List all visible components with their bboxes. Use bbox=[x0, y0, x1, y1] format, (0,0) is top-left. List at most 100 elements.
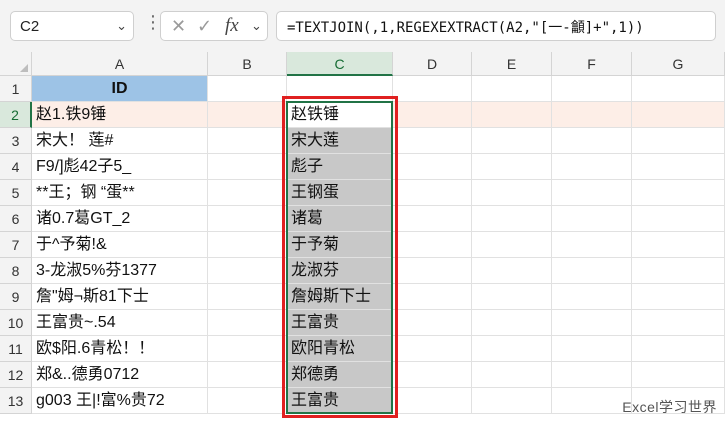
cell-b1[interactable] bbox=[208, 76, 287, 102]
cell-b6[interactable] bbox=[208, 206, 287, 232]
row-header-3[interactable]: 3 bbox=[0, 128, 32, 154]
cell-e1[interactable] bbox=[472, 76, 552, 102]
cell-g11[interactable] bbox=[632, 336, 725, 362]
cell-c4[interactable]: 彪子 bbox=[287, 154, 393, 180]
row-header-8[interactable]: 8 bbox=[0, 258, 32, 284]
cell-f4[interactable] bbox=[552, 154, 632, 180]
cell-e11[interactable] bbox=[472, 336, 552, 362]
cell-b3[interactable] bbox=[208, 128, 287, 154]
cell-g9[interactable] bbox=[632, 284, 725, 310]
cell-d11[interactable] bbox=[393, 336, 472, 362]
row-header-12[interactable]: 12 bbox=[0, 362, 32, 388]
cell-d6[interactable] bbox=[393, 206, 472, 232]
cell-d10[interactable] bbox=[393, 310, 472, 336]
cell-e13[interactable] bbox=[472, 388, 552, 414]
row-header-13[interactable]: 13 bbox=[0, 388, 32, 414]
cell-e10[interactable] bbox=[472, 310, 552, 336]
cell-a2[interactable]: 赵1.铁9锤 bbox=[32, 102, 208, 128]
cell-d2[interactable] bbox=[393, 102, 472, 128]
cell-g7[interactable] bbox=[632, 232, 725, 258]
cell-b13[interactable] bbox=[208, 388, 287, 414]
cell-a4[interactable]: F9/]彪42子5_ bbox=[32, 154, 208, 180]
insert-function-icon[interactable]: fx bbox=[225, 15, 239, 37]
cell-d4[interactable] bbox=[393, 154, 472, 180]
cell-b8[interactable] bbox=[208, 258, 287, 284]
cell-b4[interactable] bbox=[208, 154, 287, 180]
row-header-10[interactable]: 10 bbox=[0, 310, 32, 336]
cell-a13[interactable]: g003 王|!富%贵72 bbox=[32, 388, 208, 414]
cell-g3[interactable] bbox=[632, 128, 725, 154]
cell-g6[interactable] bbox=[632, 206, 725, 232]
cell-a7[interactable]: 于^予菊!& bbox=[32, 232, 208, 258]
cell-e4[interactable] bbox=[472, 154, 552, 180]
cell-c1[interactable] bbox=[287, 76, 393, 102]
formula-input[interactable]: =TEXTJOIN(,1,REGEXEXTRACT(A2,"[一-龥]+",1)… bbox=[276, 11, 716, 41]
row-header-2[interactable]: 2 bbox=[0, 102, 32, 128]
cell-f6[interactable] bbox=[552, 206, 632, 232]
cell-e9[interactable] bbox=[472, 284, 552, 310]
cell-b7[interactable] bbox=[208, 232, 287, 258]
cell-b2[interactable] bbox=[208, 102, 287, 128]
cell-f1[interactable] bbox=[552, 76, 632, 102]
cell-b11[interactable] bbox=[208, 336, 287, 362]
cell-b12[interactable] bbox=[208, 362, 287, 388]
cell-b5[interactable] bbox=[208, 180, 287, 206]
cell-a8[interactable]: 3-龙淑5%芬1377 bbox=[32, 258, 208, 284]
cell-a5[interactable]: **王；钢 “蛋** bbox=[32, 180, 208, 206]
row-header-9[interactable]: 9 bbox=[0, 284, 32, 310]
cell-c13[interactable]: 王富贵 bbox=[287, 388, 393, 414]
cell-c8[interactable]: 龙淑芬 bbox=[287, 258, 393, 284]
cell-b10[interactable] bbox=[208, 310, 287, 336]
cell-d9[interactable] bbox=[393, 284, 472, 310]
cell-g5[interactable] bbox=[632, 180, 725, 206]
column-header-e[interactable]: E bbox=[472, 52, 552, 76]
name-box[interactable]: C2 ⌄ bbox=[10, 11, 134, 41]
cell-e12[interactable] bbox=[472, 362, 552, 388]
cell-f3[interactable] bbox=[552, 128, 632, 154]
cell-d1[interactable] bbox=[393, 76, 472, 102]
cell-d5[interactable] bbox=[393, 180, 472, 206]
cell-e2[interactable] bbox=[472, 102, 552, 128]
cell-d12[interactable] bbox=[393, 362, 472, 388]
cell-d3[interactable] bbox=[393, 128, 472, 154]
column-header-a[interactable]: A bbox=[32, 52, 208, 76]
cell-d7[interactable] bbox=[393, 232, 472, 258]
column-header-d[interactable]: D bbox=[393, 52, 472, 76]
cell-b9[interactable] bbox=[208, 284, 287, 310]
cancel-icon[interactable]: ✕ bbox=[171, 16, 186, 37]
cell-f13[interactable] bbox=[552, 388, 632, 414]
cell-c12[interactable]: 郑德勇 bbox=[287, 362, 393, 388]
cell-e5[interactable] bbox=[472, 180, 552, 206]
select-all-corner[interactable] bbox=[0, 52, 32, 76]
cell-c9[interactable]: 詹姆斯下士 bbox=[287, 284, 393, 310]
chevron-down-icon[interactable]: ⌄ bbox=[251, 18, 262, 34]
cell-f12[interactable] bbox=[552, 362, 632, 388]
cell-g12[interactable] bbox=[632, 362, 725, 388]
cell-c10[interactable]: 王富贵 bbox=[287, 310, 393, 336]
cell-f7[interactable] bbox=[552, 232, 632, 258]
cell-f2[interactable] bbox=[552, 102, 632, 128]
cell-e6[interactable] bbox=[472, 206, 552, 232]
cell-e8[interactable] bbox=[472, 258, 552, 284]
row-header-4[interactable]: 4 bbox=[0, 154, 32, 180]
cell-f10[interactable] bbox=[552, 310, 632, 336]
row-header-7[interactable]: 7 bbox=[0, 232, 32, 258]
cell-g1[interactable] bbox=[632, 76, 725, 102]
cell-c6[interactable]: 诸葛 bbox=[287, 206, 393, 232]
cell-f11[interactable] bbox=[552, 336, 632, 362]
cell-a6[interactable]: 诸0.7葛GT_2 bbox=[32, 206, 208, 232]
cell-a11[interactable]: 欧$阳.6青松！！ bbox=[32, 336, 208, 362]
cell-a1[interactable]: ID bbox=[32, 76, 208, 102]
column-header-g[interactable]: G bbox=[632, 52, 725, 76]
cell-e3[interactable] bbox=[472, 128, 552, 154]
column-header-f[interactable]: F bbox=[552, 52, 632, 76]
row-header-1[interactable]: 1 bbox=[0, 76, 32, 102]
cell-c5[interactable]: 王钢蛋 bbox=[287, 180, 393, 206]
cell-c2[interactable]: 赵铁锤 bbox=[287, 102, 393, 128]
cell-e7[interactable] bbox=[472, 232, 552, 258]
chevron-down-icon[interactable]: ⌄ bbox=[116, 18, 127, 34]
cell-g4[interactable] bbox=[632, 154, 725, 180]
cell-c7[interactable]: 于予菊 bbox=[287, 232, 393, 258]
cell-a10[interactable]: 王富贵~.54 bbox=[32, 310, 208, 336]
column-header-c[interactable]: C bbox=[287, 52, 393, 76]
